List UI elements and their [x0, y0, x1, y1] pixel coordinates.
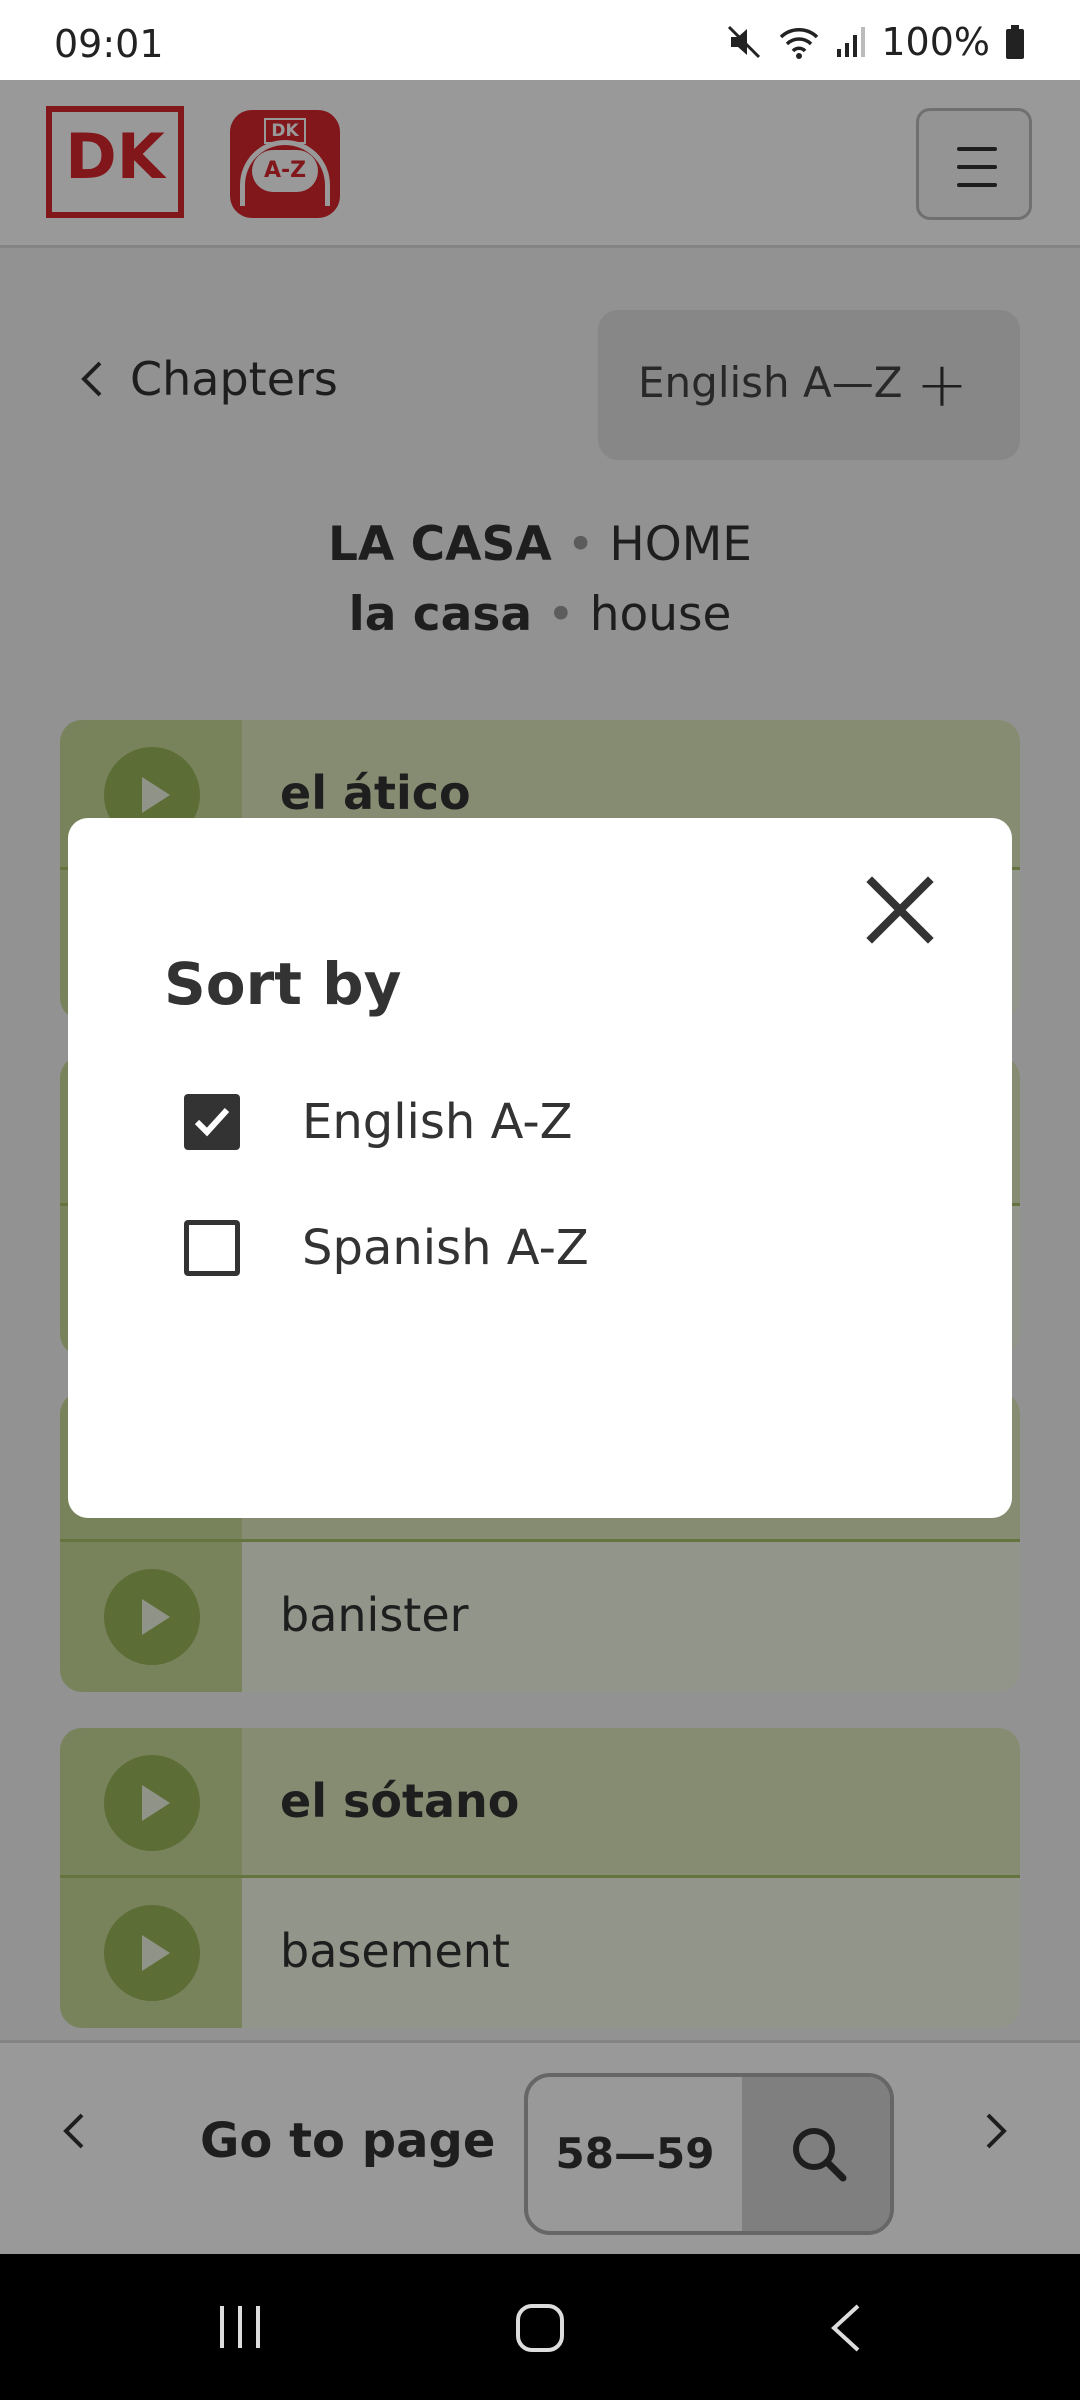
checkbox-icon[interactable]	[184, 1094, 240, 1150]
sort-dialog: Sort by English A-Z Spanish A-Z	[68, 818, 1012, 1518]
back-icon[interactable]	[826, 2302, 866, 2354]
option-label: Spanish A-Z	[302, 1220, 589, 1276]
battery-percent: 100%	[881, 20, 990, 64]
sort-option-english[interactable]: English A-Z	[184, 1082, 573, 1162]
mute-icon	[728, 25, 761, 59]
sort-option-spanish[interactable]: Spanish A-Z	[184, 1208, 589, 1288]
dialog-title: Sort by	[164, 950, 402, 1018]
battery-icon	[1006, 25, 1024, 59]
recents-icon[interactable]	[214, 2302, 266, 2352]
option-label: English A-Z	[302, 1094, 573, 1150]
close-icon[interactable]	[858, 868, 942, 952]
signal-icon	[837, 27, 866, 57]
checkmark-icon	[194, 1107, 230, 1137]
status-time: 09:01	[54, 22, 164, 66]
system-navigation-bar	[0, 2254, 1080, 2400]
checkbox-icon[interactable]	[184, 1220, 240, 1276]
status-bar: 09:01 100%	[0, 0, 1080, 80]
status-icons: 100%	[725, 20, 1026, 64]
home-icon[interactable]	[514, 2302, 566, 2354]
wifi-icon	[780, 28, 819, 59]
